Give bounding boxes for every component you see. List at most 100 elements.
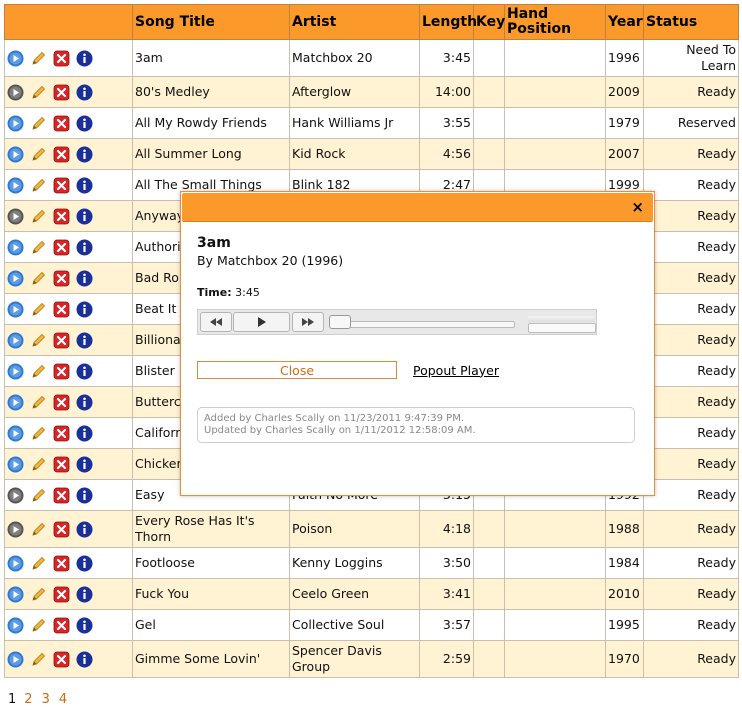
pencil-icon[interactable] xyxy=(30,425,47,442)
info-icon[interactable] xyxy=(76,363,93,380)
pencil-icon[interactable] xyxy=(30,84,47,101)
delete-icon[interactable] xyxy=(53,332,70,349)
page-link-2[interactable]: 2 xyxy=(24,692,32,707)
volume-slider[interactable] xyxy=(528,323,596,333)
pencil-icon[interactable] xyxy=(30,555,47,572)
play-icon[interactable] xyxy=(7,208,24,225)
pencil-icon[interactable] xyxy=(30,651,47,668)
info-icon[interactable] xyxy=(76,115,93,132)
info-icon[interactable] xyxy=(76,651,93,668)
delete-icon[interactable] xyxy=(53,521,70,538)
play-icon[interactable] xyxy=(7,301,24,318)
play-icon[interactable] xyxy=(7,115,24,132)
table-row: Gimme Some Lovin' Spencer Davis Group 2:59… xyxy=(4,640,739,678)
info-icon[interactable] xyxy=(76,521,93,538)
play-button[interactable] xyxy=(233,312,290,332)
page-link-4[interactable]: 4 xyxy=(59,692,67,707)
popout-player-link[interactable]: Popout Player xyxy=(413,363,499,378)
play-icon[interactable] xyxy=(7,363,24,380)
rewind-button[interactable] xyxy=(200,312,232,332)
delete-icon[interactable] xyxy=(53,239,70,256)
play-icon[interactable] xyxy=(7,84,24,101)
close-button[interactable]: Close xyxy=(197,361,397,379)
play-icon[interactable] xyxy=(7,146,24,163)
seek-track[interactable] xyxy=(329,321,515,328)
pencil-icon[interactable] xyxy=(30,394,47,411)
info-icon[interactable] xyxy=(76,270,93,287)
pencil-icon[interactable] xyxy=(30,363,47,380)
info-icon[interactable] xyxy=(76,208,93,225)
status-header[interactable]: Status xyxy=(643,4,739,40)
delete-icon[interactable] xyxy=(53,84,70,101)
pencil-icon[interactable] xyxy=(30,50,47,67)
play-icon[interactable] xyxy=(7,487,24,504)
info-icon[interactable] xyxy=(76,394,93,411)
info-icon[interactable] xyxy=(76,177,93,194)
pencil-icon[interactable] xyxy=(30,239,47,256)
dialog-close-icon[interactable]: × xyxy=(631,198,644,216)
delete-icon[interactable] xyxy=(53,555,70,572)
play-icon[interactable] xyxy=(7,50,24,67)
pencil-icon[interactable] xyxy=(30,487,47,504)
info-icon[interactable] xyxy=(76,239,93,256)
delete-icon[interactable] xyxy=(53,617,70,634)
delete-icon[interactable] xyxy=(53,115,70,132)
artist-header[interactable]: Artist xyxy=(289,4,420,40)
info-icon[interactable] xyxy=(76,425,93,442)
play-icon[interactable] xyxy=(7,456,24,473)
play-icon[interactable] xyxy=(7,651,24,668)
delete-icon[interactable] xyxy=(53,301,70,318)
play-icon[interactable] xyxy=(7,239,24,256)
pencil-icon[interactable] xyxy=(30,617,47,634)
play-icon[interactable] xyxy=(7,177,24,194)
seek-handle[interactable] xyxy=(329,315,351,329)
delete-icon[interactable] xyxy=(53,487,70,504)
info-icon[interactable] xyxy=(76,84,93,101)
play-icon[interactable] xyxy=(7,332,24,349)
pencil-icon[interactable] xyxy=(30,301,47,318)
pencil-icon[interactable] xyxy=(30,146,47,163)
delete-icon[interactable] xyxy=(53,208,70,225)
page-link-3[interactable]: 3 xyxy=(42,692,50,707)
pencil-icon[interactable] xyxy=(30,208,47,225)
play-icon[interactable] xyxy=(7,555,24,572)
pencil-icon[interactable] xyxy=(30,177,47,194)
delete-icon[interactable] xyxy=(53,456,70,473)
song-title-header[interactable]: Song Title xyxy=(132,4,290,40)
pencil-icon[interactable] xyxy=(30,270,47,287)
play-icon[interactable] xyxy=(7,425,24,442)
delete-icon[interactable] xyxy=(53,394,70,411)
pencil-icon[interactable] xyxy=(30,332,47,349)
delete-icon[interactable] xyxy=(53,270,70,287)
delete-icon[interactable] xyxy=(53,363,70,380)
play-icon[interactable] xyxy=(7,586,24,603)
delete-icon[interactable] xyxy=(53,177,70,194)
delete-icon[interactable] xyxy=(53,50,70,67)
info-icon[interactable] xyxy=(76,332,93,349)
hand-position-header[interactable]: Hand Position xyxy=(504,4,606,40)
info-icon[interactable] xyxy=(76,456,93,473)
info-icon[interactable] xyxy=(76,586,93,603)
play-icon[interactable] xyxy=(7,521,24,538)
info-icon[interactable] xyxy=(76,487,93,504)
info-icon[interactable] xyxy=(76,617,93,634)
year-header[interactable]: Year xyxy=(605,4,644,40)
pencil-icon[interactable] xyxy=(30,115,47,132)
delete-icon[interactable] xyxy=(53,586,70,603)
delete-icon[interactable] xyxy=(53,425,70,442)
delete-icon[interactable] xyxy=(53,651,70,668)
key-header[interactable]: Key xyxy=(473,4,505,40)
info-icon[interactable] xyxy=(76,50,93,67)
length-header[interactable]: Length xyxy=(419,4,477,40)
delete-icon[interactable] xyxy=(53,146,70,163)
pencil-icon[interactable] xyxy=(30,521,47,538)
info-icon[interactable] xyxy=(76,301,93,318)
info-icon[interactable] xyxy=(76,146,93,163)
play-icon[interactable] xyxy=(7,270,24,287)
pencil-icon[interactable] xyxy=(30,456,47,473)
pencil-icon[interactable] xyxy=(30,586,47,603)
info-icon[interactable] xyxy=(76,555,93,572)
fast-forward-button[interactable] xyxy=(292,312,324,332)
play-icon[interactable] xyxy=(7,617,24,634)
play-icon[interactable] xyxy=(7,394,24,411)
